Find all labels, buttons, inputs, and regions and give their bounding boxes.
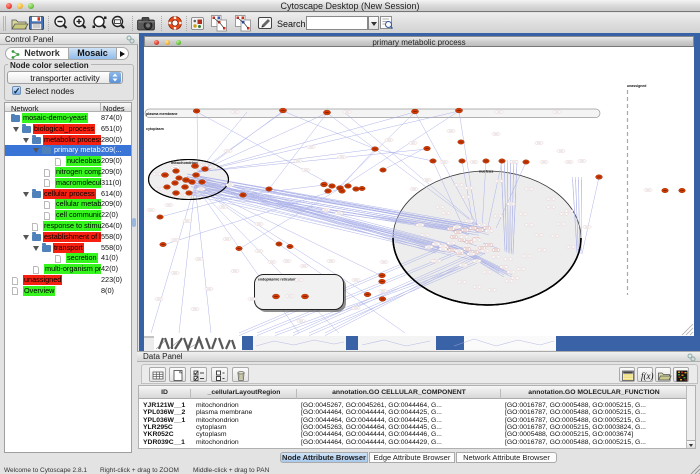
svg-text:nucleus: nucleus <box>479 170 493 174</box>
svg-text:cytoplasm: cytoplasm <box>146 127 164 131</box>
svg-text:f(x): f(x) <box>641 371 654 381</box>
svg-text:plasma membrane: plasma membrane <box>146 112 178 116</box>
svg-text:endoplasmic reticulum: endoplasmic reticulum <box>258 278 296 282</box>
svg-text:unassigned: unassigned <box>627 84 646 88</box>
